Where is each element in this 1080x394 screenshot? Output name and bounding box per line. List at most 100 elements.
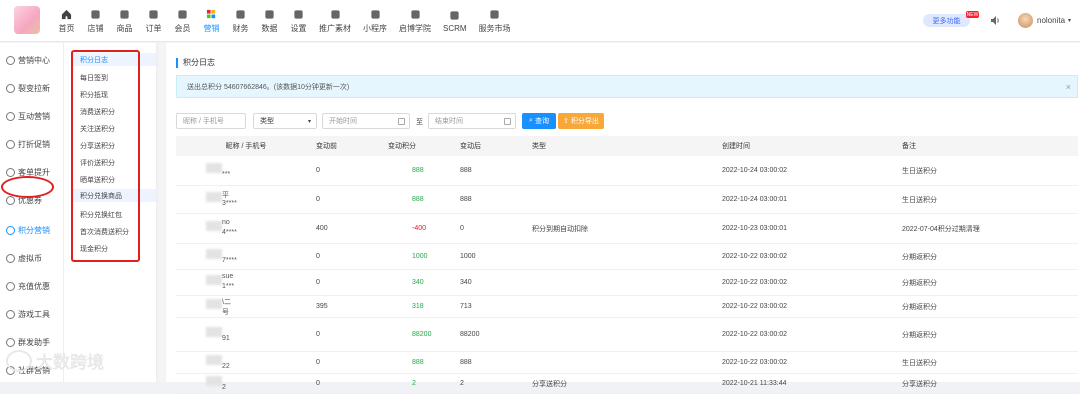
shop-logo[interactable] [14,6,40,34]
nav-item-settings[interactable]: 设置 [284,0,313,42]
table-row: no 4**** 400 -400 0 积分到期自动扣除 2022-10-23 03:00:… [176,214,1078,244]
cell-after: 888 [460,196,472,203]
sidebar-item-label: 打折促销 [18,140,50,149]
nav-label: 首页 [58,23,75,33]
sidebar-item[interactable]: 游戏工具 [6,309,50,320]
store-icon [91,9,100,19]
cell-after: 713 [460,303,472,310]
nav-item-share[interactable]: 推广素材 [313,0,357,42]
nav-label: 小程序 [363,23,387,33]
highlight-annotation-circle [1,176,54,198]
end-time-input[interactable]: 结束时间 [428,113,516,129]
type-select[interactable]: 类型 ▾ [253,113,317,129]
nav-item-home[interactable]: 首页 [52,0,81,42]
nav-item-academy[interactable]: 启博学院 [393,0,437,42]
sidebar-item[interactable]: 打折促销 [6,139,50,150]
cell-before: 400 [316,225,328,232]
user-menu[interactable]: nolonita ▾ [1018,13,1071,28]
cell-change: 2 [412,380,416,387]
phone-text: 1*** [222,283,235,290]
nickname-input[interactable]: 昵称 / 手机号 [176,113,246,129]
export-icon: ⇪ [563,118,569,125]
finance-icon [236,9,245,19]
phone-text: 91 [222,335,230,342]
table-row: \二号 395 318 713 2022-10-22 03:00:02 分期返积分 [176,296,1078,318]
sidebar-item[interactable]: 裂变拉新 [6,83,50,94]
cell-note: 分期返积分 [902,331,937,339]
nav-item-service[interactable]: 服务市场 [473,0,517,42]
cell-before: 0 [316,253,320,260]
miniprogram-icon [370,9,380,19]
cell-note: 分期返积分 [902,279,937,287]
nickname-cell: 22 [176,352,316,373]
cell-change: -400 [412,225,427,232]
nav-item-member[interactable]: 会员 [168,0,197,42]
nav-label: 数据 [261,23,278,33]
close-icon[interactable]: × [1066,82,1071,92]
sidebar-item-label: 裂变拉新 [18,84,50,93]
blurred-name [206,355,222,365]
nav-item-data[interactable]: 数据 [255,0,284,42]
academy-icon [410,9,420,19]
data-icon [265,9,274,19]
nav-item-order[interactable]: 订单 [139,0,168,42]
sidebar-item-label: 群发助手 [18,338,50,347]
share-icon [330,9,340,19]
blurred-name [206,299,222,309]
nickname-cell: 2 [176,374,316,393]
cell-before: 395 [316,303,328,310]
sidebar-item[interactable]: 虚拟币 [6,253,42,264]
sidebar-item[interactable]: 积分营销 [6,225,50,236]
cell-after: 340 [460,279,472,286]
nickname-cell: *** [176,156,316,185]
sidebar-item-label: 充值优惠 [18,282,50,291]
nav-item-scrm[interactable]: SCRM [437,0,473,42]
export-points-button[interactable]: ⇪ 积分导出 [558,113,604,129]
cell-after: 2 [460,380,464,387]
nav-item-marketing[interactable]: 营销 [197,0,226,42]
sidebar-item-icon [6,338,15,347]
settings-icon [294,9,303,19]
blurred-name [206,376,222,386]
cell-change: 88200 [412,331,432,338]
table-header-cell: 变动前 [316,143,337,150]
watermark-logo-icon [6,349,32,372]
main-content: 积分日志 送出总积分 54607662846。(该数据10分钟更新一次) × 昵… [166,43,1080,394]
blurred-name [206,327,222,337]
sidebar-item-icon [6,168,15,177]
watermark-text: 大数跨境 [36,353,104,372]
sidebar-item[interactable]: 营销中心 [6,55,50,66]
sidebar-item[interactable]: 群发助手 [6,337,50,348]
query-button[interactable]: ⌕ 查询 [522,113,556,129]
more-features-label: 更多功能 [932,17,961,25]
sidebar-item-label: 互动营销 [18,112,50,121]
sidebar-item-icon [6,56,15,65]
sidebar-item-icon [6,226,15,235]
calendar-icon [504,118,511,125]
sidebar-item[interactable]: 充值优惠 [6,281,50,292]
cell-before: 0 [316,167,320,174]
nav-item-goods[interactable]: 商品 [110,0,139,42]
export-label: 积分导出 [570,118,599,125]
cell-time: 2022-10-23 03:00:01 [722,225,787,232]
scrollbar[interactable] [159,43,165,382]
type-value: 类型 [260,118,274,125]
table-header-cell: 备注 [902,143,916,150]
table-body: *** 0 888 888 2022-10-24 03:00:02 生日送积分平 3****… [176,156,1078,394]
sidebar-item[interactable]: 互动营销 [6,111,50,122]
table-row: *** 0 888 888 2022-10-24 03:00:02 生日送积分 [176,156,1078,186]
nickname-placeholder: 昵称 / 手机号 [183,118,224,125]
nav-label: 商品 [116,23,133,33]
cell-note: 分期返积分 [902,303,937,311]
marketing-icon [206,9,216,18]
speaker-icon[interactable] [990,15,1000,26]
start-time-input[interactable]: 开始时间 [322,113,410,129]
cell-time: 2022-10-22 03:00:02 [722,253,787,260]
phone-text: 22 [222,363,230,370]
cell-type: 分享送积分 [532,380,567,388]
nav-label: 财务 [232,23,249,33]
more-features-button[interactable]: 更多功能 [923,14,970,27]
nav-item-finance[interactable]: 财务 [226,0,255,42]
nav-item-store[interactable]: 店铺 [81,0,110,42]
nav-item-miniprogram[interactable]: 小程序 [357,0,393,42]
